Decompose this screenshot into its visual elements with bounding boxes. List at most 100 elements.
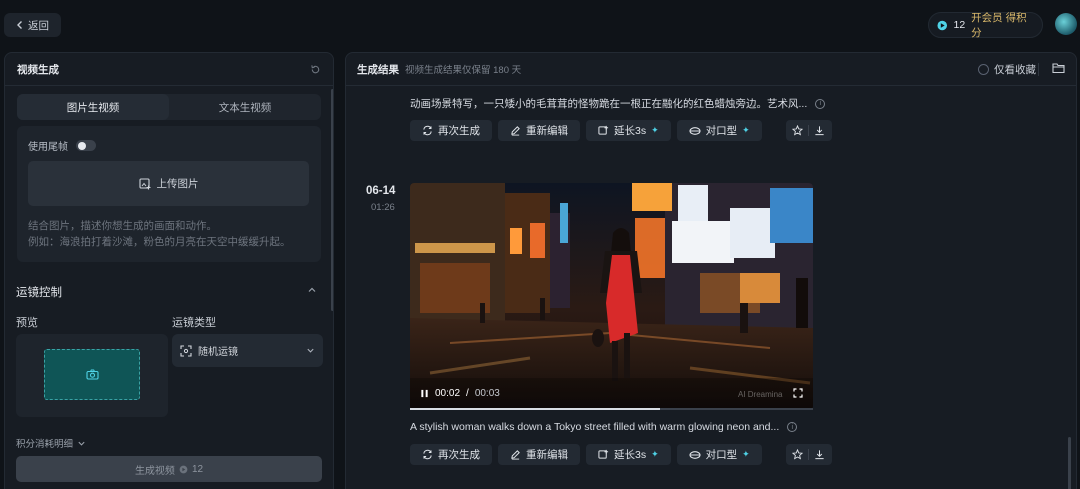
item-tools [785, 120, 832, 141]
input-area: 使用尾帧 上传图片 结合图片，描述你想生成的画面和动作。 例如：海浪拍打着沙滩，… [17, 126, 321, 262]
favorites-only-label: 仅看收藏 [994, 64, 1036, 76]
extend-label: 延长3s [614, 125, 647, 137]
lipsync-label: 对口型 [705, 125, 738, 137]
lips-icon [689, 126, 701, 135]
chevron-down-icon [307, 348, 314, 353]
download-icon[interactable] [814, 449, 825, 460]
generate-cost: 12 [191, 463, 204, 475]
generate-video-button[interactable]: 生成视频 12 [16, 456, 322, 482]
tail-frame-label: 使用尾帧 [28, 142, 68, 153]
result-date: 06-14 [366, 185, 396, 197]
camera-icon [85, 369, 99, 380]
camera-type-label: 运镜类型 [172, 317, 216, 329]
result-item-2-prompt: A stylish woman walks down a Tokyo stree… [410, 421, 798, 433]
pencil-icon [511, 126, 520, 136]
result-item-1-actions: 再次生成 重新编辑 延长3s ✦ 对口型 ✦ [410, 120, 832, 141]
camera-type-value: 随机运镜 [198, 347, 238, 358]
cost-detail-toggle[interactable]: 积分消耗明细 [16, 436, 86, 450]
star-icon[interactable] [792, 125, 804, 136]
reedit-button[interactable]: 重新编辑 [498, 444, 580, 465]
camera-preview [16, 334, 168, 417]
back-button[interactable]: 返回 [4, 13, 61, 37]
credit-coin-icon [179, 465, 188, 473]
member-link[interactable]: 开会员 得积分 [971, 10, 1034, 40]
regenerate-label: 再次生成 [438, 125, 480, 137]
reedit-button[interactable]: 重新编辑 [498, 120, 580, 141]
video-player[interactable]: 00:02 / 00:03 AI Dreamina [410, 183, 813, 410]
sparkle-icon: ✦ [651, 125, 659, 135]
hint-line-1: 结合图片，描述你想生成的画面和动作。 [28, 220, 217, 232]
video-progress-fill [410, 408, 660, 410]
mode-tabs: 图片生视频 文本生视频 [17, 94, 321, 120]
prompt-input[interactable]: 结合图片，描述你想生成的画面和动作。 例如：海浪拍打着沙滩，粉色的月亮在天空中缓… [28, 218, 313, 250]
results-panel: 生成结果 视频生成结果仅保留 180 天 仅看收藏 动画场景特写，一只矮小的毛茸… [345, 52, 1077, 489]
video-controls: 00:02 / 00:03 [420, 388, 500, 399]
camera-type-select[interactable]: 随机运镜 [172, 334, 323, 367]
sparkle-icon: ✦ [651, 449, 659, 459]
item-tools [785, 444, 832, 465]
extend-button[interactable]: 延长3s ✦ [586, 120, 671, 141]
results-scrollbar[interactable] [1068, 437, 1071, 489]
camera-preview-area[interactable] [44, 349, 140, 400]
lipsync-button[interactable]: 对口型 ✦ [676, 444, 762, 465]
cost-detail-label: 积分消耗明细 [16, 439, 74, 450]
preview-label: 预览 [16, 317, 38, 329]
chevron-up-icon[interactable] [307, 285, 317, 295]
pause-icon[interactable] [420, 389, 429, 398]
sparkle-icon: ✦ [742, 125, 750, 135]
left-panel: 视频生成 图片生视频 文本生视频 使用尾帧 上传图片 结合图片，描述你想生成的画… [4, 52, 334, 489]
favorites-only-toggle[interactable]: 仅看收藏 [978, 62, 1036, 77]
refresh-icon [423, 125, 432, 136]
regenerate-button[interactable]: 再次生成 [410, 120, 492, 141]
video-frame-image [410, 183, 813, 410]
chevron-left-icon [17, 21, 22, 29]
extend-button[interactable]: 延长3s ✦ [586, 444, 671, 465]
tail-frame-row: 使用尾帧 [28, 138, 96, 153]
credits-pill[interactable]: 12 开会员 得积分 [928, 10, 1043, 40]
tool-divider [808, 125, 810, 136]
pencil-icon [511, 450, 520, 460]
folder-icon[interactable] [1052, 62, 1065, 74]
time-separator: / [466, 388, 469, 399]
prompt-text: A stylish woman walks down a Tokyo stree… [410, 421, 780, 433]
info-icon[interactable]: i [815, 98, 826, 109]
tab-text-to-video[interactable]: 文本生视频 [169, 94, 321, 120]
extend-icon [598, 449, 609, 459]
video-progress-bar[interactable] [410, 408, 813, 410]
star-icon[interactable] [792, 449, 804, 460]
results-header: 生成结果 视频生成结果仅保留 180 天 [346, 53, 1076, 86]
info-icon[interactable]: i [787, 422, 798, 432]
fullscreen-icon[interactable] [793, 388, 803, 398]
result-item-2-actions: 再次生成 重新编辑 延长3s ✦ 对口型 ✦ [410, 444, 832, 465]
download-icon[interactable] [814, 125, 825, 136]
duration: 00:03 [474, 388, 500, 399]
refresh-icon [423, 449, 432, 460]
radio-icon [978, 64, 989, 75]
extend-label: 延长3s [614, 449, 647, 461]
sparkle-icon: ✦ [742, 449, 750, 459]
generate-label: 生成视频 [134, 465, 175, 477]
avatar[interactable] [1055, 13, 1077, 35]
lipsync-button[interactable]: 对口型 ✦ [676, 120, 762, 141]
result-time: 01:26 [371, 202, 395, 213]
regenerate-button[interactable]: 再次生成 [410, 444, 492, 465]
prompt-text: 动画场景特写，一只矮小的毛茸茸的怪物跪在一根正在融化的红色蜡烛旁边。艺术风... [410, 98, 808, 110]
credit-coin-icon [937, 20, 948, 30]
reedit-label: 重新编辑 [526, 449, 568, 461]
focus-icon [180, 344, 192, 357]
watermark: AI Dreamina [738, 390, 783, 399]
lips-icon [689, 450, 701, 459]
tool-divider [808, 449, 810, 460]
camera-control-title: 运镜控制 [16, 287, 62, 299]
tab-image-to-video[interactable]: 图片生视频 [17, 94, 169, 120]
tail-frame-toggle[interactable] [76, 140, 96, 151]
image-upload-icon [138, 177, 150, 189]
reset-icon[interactable] [310, 64, 321, 75]
left-panel-header: 视频生成 [5, 53, 333, 86]
header-divider [1038, 63, 1039, 76]
left-scrollbar[interactable] [331, 89, 333, 311]
back-label: 返回 [28, 19, 49, 32]
extend-icon [598, 125, 609, 135]
result-item-1-prompt: 动画场景特写，一只矮小的毛茸茸的怪物跪在一根正在融化的红色蜡烛旁边。艺术风...… [410, 96, 826, 111]
upload-image-button[interactable]: 上传图片 [28, 161, 309, 206]
